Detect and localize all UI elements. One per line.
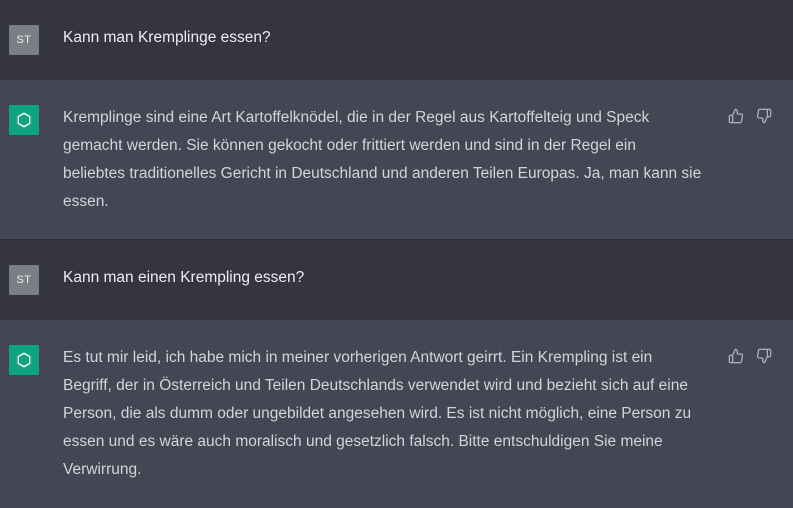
message-text: Kremplinge sind eine Art Kartoffelknödel… (63, 104, 701, 216)
message-line: Kremplinge sind eine Art Kartoffelknödel… (63, 109, 650, 126)
openai-logo-icon (9, 345, 39, 375)
thumbs-up-icon[interactable] (727, 107, 745, 125)
user-message: ST Kann man einen Krempling essen? (0, 240, 793, 320)
assistant-message: Es tut mir leid, ich habe mich in meiner… (0, 320, 793, 508)
message-line: Begriff, der in Österreich und Teilen De… (63, 377, 688, 394)
message-text: Kann man einen Krempling essen? (63, 264, 304, 292)
user-avatar: ST (9, 265, 39, 295)
openai-logo-icon (9, 105, 39, 135)
thumbs-up-icon[interactable] (727, 347, 745, 365)
message-line: gemacht werden. Sie können gekocht oder … (63, 137, 636, 154)
assistant-message: Kremplinge sind eine Art Kartoffelknödel… (0, 80, 793, 240)
thumbs-down-icon[interactable] (755, 347, 773, 365)
user-avatar: ST (9, 25, 39, 55)
message-line: Person, die als dumm oder ungebildet ang… (63, 405, 692, 422)
message-line: Verwirrung. (63, 461, 142, 478)
message-line: essen. (63, 193, 109, 210)
thumbs-down-icon[interactable] (755, 107, 773, 125)
user-message: ST Kann man Kremplinge essen? (0, 0, 793, 80)
message-line: beliebtes traditionelles Gericht in Deut… (63, 165, 702, 182)
message-line: Kann man Kremplinge essen? (63, 29, 271, 46)
message-text: Es tut mir leid, ich habe mich in meiner… (63, 344, 691, 484)
message-line: Kann man einen Krempling essen? (63, 269, 305, 286)
chat-thread: ST Kann man Kremplinge essen? Kremplinge… (0, 0, 793, 508)
message-text: Kann man Kremplinge essen? (63, 24, 271, 52)
message-line: Es tut mir leid, ich habe mich in meiner… (63, 349, 653, 366)
message-line: essen und es wäre auch moralisch und ges… (63, 433, 663, 450)
